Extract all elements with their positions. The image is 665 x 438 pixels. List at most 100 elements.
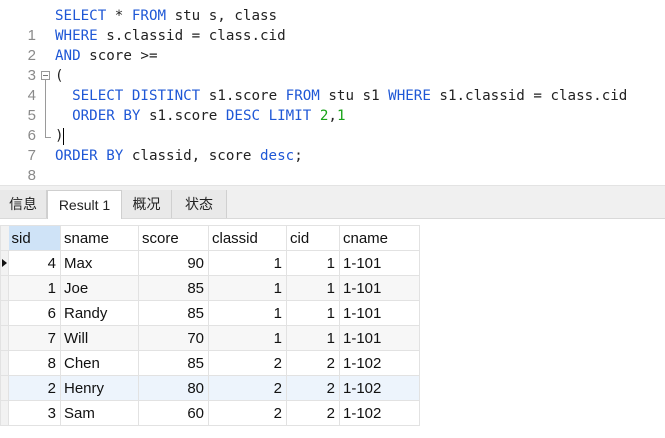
keyword: ORDER BY (55, 148, 124, 164)
header-row: sid sname score classid cid cname (0, 225, 420, 251)
cell-classid[interactable]: 2 (208, 400, 287, 426)
result-tab-bar: 信息 Result 1 概况 状态 (0, 190, 665, 219)
cell-cname[interactable]: 1-102 (339, 375, 420, 401)
code-line-4[interactable]: 4 ( (0, 66, 665, 104)
column-header-cid[interactable]: cid (286, 225, 340, 251)
row-header-corner (0, 225, 9, 251)
fold-collapse-icon[interactable] (41, 71, 50, 80)
cell-sname[interactable]: Sam (60, 400, 139, 426)
cell-sid[interactable]: 4 (8, 250, 61, 276)
cell-sname[interactable]: Henry (60, 375, 139, 401)
result-table: sid sname score classid cid cname 4 Max … (0, 225, 420, 426)
cell-sname[interactable]: Max (60, 250, 139, 276)
column-header-classid[interactable]: classid (208, 225, 287, 251)
row-header (0, 300, 9, 326)
code-text: s.classid = class.cid (97, 28, 286, 44)
column-header-cname[interactable]: cname (339, 225, 420, 251)
cell-score[interactable]: 70 (138, 325, 209, 351)
code-line-5[interactable]: 5 SELECT DISTINCT s1.score FROM stu s1 W… (0, 86, 665, 124)
tab-info[interactable]: 信息 (0, 190, 47, 218)
table-row[interactable]: 3 Sam 60 2 2 1-102 (0, 400, 420, 426)
cell-score[interactable]: 85 (138, 300, 209, 326)
keyword: DESC (225, 108, 261, 124)
table-row[interactable]: 4 Max 90 1 1 1-101 (0, 250, 420, 276)
number-literal: 1 (336, 108, 346, 124)
tab-profile[interactable]: 概况 (122, 190, 172, 218)
keyword: FROM (285, 88, 320, 104)
cell-classid[interactable]: 1 (208, 275, 287, 301)
cell-cid[interactable]: 2 (286, 400, 340, 426)
code-text: classid, score (123, 148, 261, 164)
cell-sid[interactable]: 3 (8, 400, 61, 426)
cell-sname[interactable]: Randy (60, 300, 139, 326)
column-header-score[interactable]: score (138, 225, 209, 251)
cell-score[interactable]: 85 (138, 350, 209, 376)
cell-cid[interactable]: 1 (286, 325, 340, 351)
tab-status[interactable]: 状态 (172, 190, 227, 218)
cell-cname[interactable]: 1-102 (339, 400, 420, 426)
column-header-sid[interactable]: sid (8, 225, 61, 251)
column-header-sname[interactable]: sname (60, 225, 139, 251)
code-text: stu s, class (166, 8, 278, 24)
table-row[interactable]: 1 Joe 85 1 1 1-101 (0, 275, 420, 301)
cell-cname[interactable]: 1-101 (339, 300, 420, 326)
cell-cid[interactable]: 1 (286, 300, 340, 326)
code-text: stu s1 (319, 88, 389, 104)
keyword: FROM (131, 8, 167, 24)
cell-cid[interactable]: 2 (286, 350, 340, 376)
cell-classid[interactable]: 2 (208, 375, 287, 401)
code-line-8[interactable]: 8 ORDER BY classid, score desc; (0, 146, 665, 184)
table-row[interactable]: 8 Chen 85 2 2 1-102 (0, 350, 420, 376)
cell-sname[interactable]: Joe (60, 275, 139, 301)
tab-result-1[interactable]: Result 1 (47, 190, 122, 219)
cell-classid[interactable]: 2 (208, 350, 287, 376)
cell-score[interactable]: 85 (138, 275, 209, 301)
cell-sid[interactable]: 7 (8, 325, 61, 351)
keyword: SELECT (72, 88, 124, 104)
sql-editor[interactable]: 1 SELECT * FROM stu s, class 2 WHERE s.c… (0, 0, 665, 185)
cell-sid[interactable]: 2 (8, 375, 61, 401)
keyword: desc (260, 148, 295, 164)
code-line-6[interactable]: 6 ORDER BY s1.score DESC LIMIT 2,1 (0, 106, 665, 144)
cell-cname[interactable]: 1-101 (339, 325, 420, 351)
tab-info-label: 信息 (9, 196, 37, 212)
current-row-indicator (0, 250, 9, 276)
fold-guide-line (45, 106, 46, 126)
cell-classid[interactable]: 1 (208, 325, 287, 351)
code-line-7[interactable]: 7 ) (0, 126, 665, 164)
table-row[interactable]: 7 Will 70 1 1 1-101 (0, 325, 420, 351)
cell-classid[interactable]: 1 (208, 250, 287, 276)
result-grid[interactable]: sid sname score classid cid cname 4 Max … (0, 219, 665, 438)
fold-end-marker (45, 126, 51, 138)
cell-sid[interactable]: 1 (8, 275, 61, 301)
table-row[interactable]: 2 Henry 80 2 2 1-102 (0, 375, 420, 401)
cell-score[interactable]: 90 (138, 250, 209, 276)
cell-classid[interactable]: 1 (208, 300, 287, 326)
code-text: s1.score (200, 88, 286, 104)
text-cursor (63, 128, 64, 145)
tab-status-label: 状态 (185, 196, 213, 212)
cell-cname[interactable]: 1-101 (339, 275, 420, 301)
row-pointer-icon (2, 259, 7, 267)
cell-sname[interactable]: Chen (60, 350, 139, 376)
table-row[interactable]: 6 Randy 85 1 1 1-101 (0, 300, 420, 326)
cell-cid[interactable]: 1 (286, 250, 340, 276)
cell-sid[interactable]: 6 (8, 300, 61, 326)
code-line-1[interactable]: 1 SELECT * FROM stu s, class (0, 6, 665, 44)
cell-score[interactable]: 60 (138, 400, 209, 426)
code-line-3[interactable]: 3 AND score >= (0, 46, 665, 84)
cell-sname[interactable]: Will (60, 325, 139, 351)
fold-guide-line (45, 86, 46, 106)
row-header (0, 350, 9, 376)
cell-sid[interactable]: 8 (8, 350, 61, 376)
cell-cid[interactable]: 1 (286, 275, 340, 301)
code-line-2[interactable]: 2 WHERE s.classid = class.cid (0, 26, 665, 64)
cell-score[interactable]: 80 (138, 375, 209, 401)
cell-cname[interactable]: 1-101 (339, 250, 420, 276)
cell-cname[interactable]: 1-102 (339, 350, 420, 376)
cell-cid[interactable]: 2 (286, 375, 340, 401)
keyword: LIMIT (268, 108, 312, 124)
row-header (0, 325, 9, 351)
